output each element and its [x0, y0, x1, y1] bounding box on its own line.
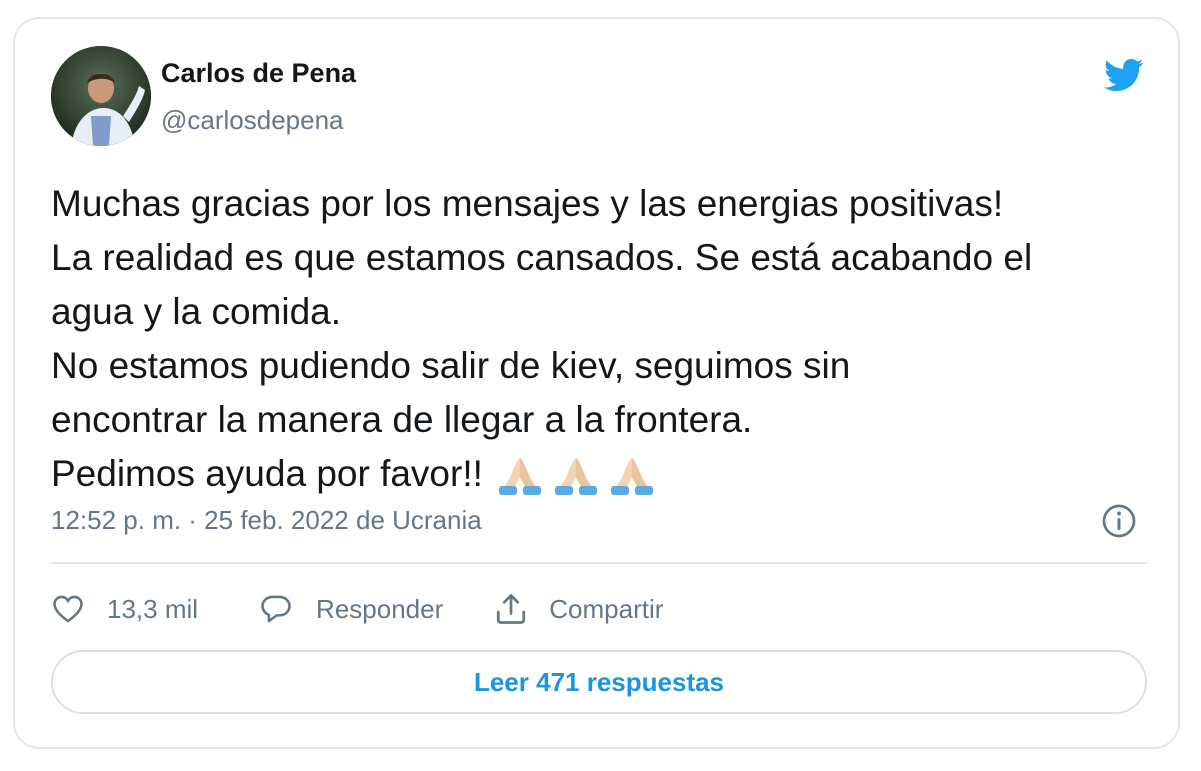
action-bar: 13,3 mil Responder Compartir — [51, 587, 663, 631]
avatar[interactable] — [51, 46, 151, 146]
read-replies-button[interactable]: Leer 471 respuestas — [51, 650, 1147, 714]
like-count: 13,3 mil — [107, 593, 199, 624]
share-button[interactable]: Compartir — [493, 591, 663, 627]
profile-photo — [51, 46, 151, 146]
heart-icon — [53, 595, 83, 623]
folded-hands-icon — [554, 458, 597, 496]
tweet-card: Carlos de Pena @carlosdepena Muchas grac… — [13, 17, 1180, 749]
reply-bubble-icon — [261, 595, 291, 623]
share-label: Compartir — [549, 593, 664, 624]
folded-hands-icon — [498, 458, 541, 496]
tweet-line: agua y la comida. — [51, 291, 342, 332]
divider — [51, 562, 1147, 564]
tweet-text: Muchas gracias por los mensajes y las en… — [51, 177, 1161, 501]
tweet-line: Muchas gracias por los mensajes y las en… — [51, 183, 1004, 224]
folded-hands-icon — [610, 458, 653, 496]
twitter-bird-icon[interactable] — [1099, 55, 1149, 95]
tweet-line: encontrar la manera de llegar a la front… — [51, 399, 753, 440]
tweet-line: La realidad es que estamos cansados. Se … — [51, 237, 1033, 278]
author-name[interactable]: Carlos de Pena — [161, 58, 356, 89]
share-icon — [497, 594, 526, 624]
tweet-line: No estamos pudiendo salir de kiev, segui… — [51, 345, 851, 386]
emoji-group — [493, 456, 661, 496]
reply-button[interactable]: Responder — [258, 592, 443, 626]
tweet-timestamp[interactable]: 12:52 p. m. · 25 feb. 2022 de Ucrania — [51, 505, 482, 536]
like-button[interactable]: 13,3 mil — [51, 592, 198, 626]
tweet-line: Pedimos ayuda por favor!! — [51, 453, 483, 494]
reply-label: Responder — [316, 593, 444, 624]
info-icon[interactable] — [1101, 503, 1137, 539]
author-handle[interactable]: @carlosdepena — [161, 105, 344, 136]
tweet-last-line: Pedimos ayuda por favor!! — [51, 447, 1161, 501]
